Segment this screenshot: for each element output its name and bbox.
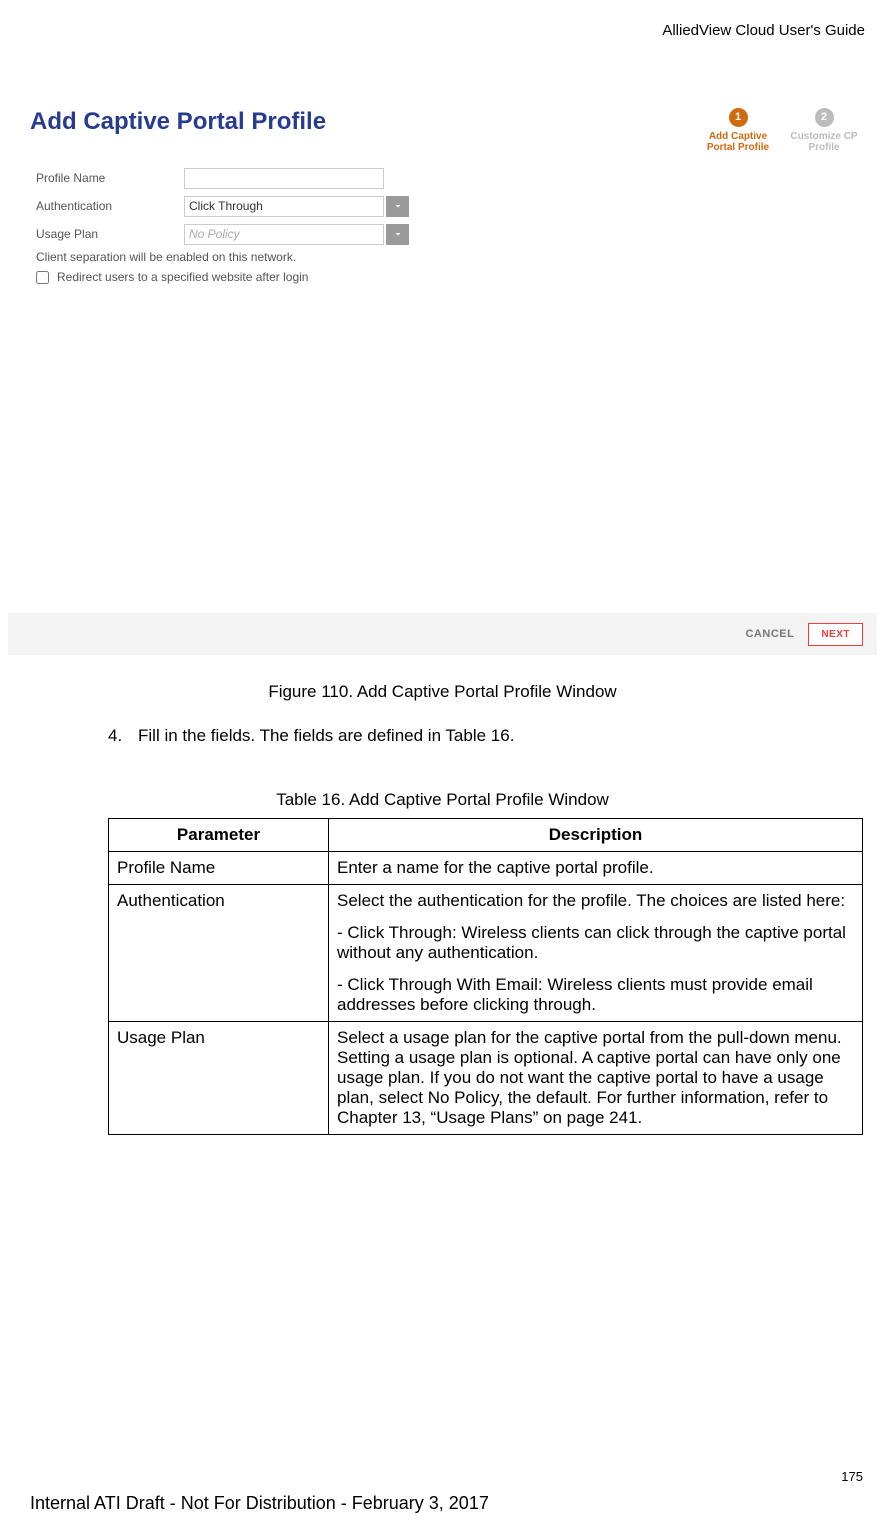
step-2: 2 Customize CPProfile [781,108,867,153]
cancel-button[interactable]: CANCEL [745,628,794,640]
desc-paragraph: Enter a name for the captive portal prof… [337,858,854,878]
cell-parameter: Authentication [109,885,329,1022]
cell-parameter: Profile Name [109,852,329,885]
screenshot-window: Add Captive Portal Profile 1 Add Captive… [8,90,877,655]
chevron-down-icon [392,228,404,240]
bottom-bar: CANCEL NEXT [8,613,877,655]
usage-plan-dropdown-button[interactable] [386,224,409,245]
step-1-label: Add CaptivePortal Profile [695,131,781,153]
authentication-dropdown-button[interactable] [386,196,409,217]
table-body: Profile Name Enter a name for the captive… [109,852,863,1135]
step-4: 4. Fill in the fields. The fields are de… [108,726,855,746]
authentication-select[interactable]: Click Through [184,196,384,217]
cell-description: Select a usage plan for the captive port… [329,1022,863,1135]
footer-draft: Internal ATI Draft - Not For Distributio… [30,1493,489,1514]
step-4-text: Fill in the fields. The fields are defin… [138,726,514,746]
step-1-circle: 1 [729,108,748,127]
doc-title: AlliedView Cloud User's Guide [662,22,865,39]
table-row: Profile Name Enter a name for the captive… [109,852,863,885]
cell-description: Select the authentication for the profil… [329,885,863,1022]
form-block: Profile Name Authentication Click Throug… [8,148,877,284]
desc-paragraph: - Click Through With Email: Wireless cli… [337,975,854,1015]
table-row: Authentication Select the authentication … [109,885,863,1022]
th-parameter: Parameter [109,819,329,852]
step-4-number: 4. [108,726,126,746]
chevron-down-icon [392,200,404,212]
wizard-stepper: 1 Add CaptivePortal Profile 2 Customize … [695,108,867,153]
profile-name-label: Profile Name [36,171,184,185]
figure-caption: Figure 110. Add Captive Portal Profile W… [0,682,885,702]
th-description: Description [329,819,863,852]
cell-parameter: Usage Plan [109,1022,329,1135]
step-2-label: Customize CPProfile [781,131,867,153]
usage-plan-select[interactable]: No Policy [184,224,384,245]
table-row: Usage PlanSelect a usage plan for the ca… [109,1022,863,1135]
usage-plan-label: Usage Plan [36,227,184,241]
client-separation-note: Client separation will be enabled on thi… [36,250,877,264]
next-button[interactable]: NEXT [808,623,863,646]
authentication-label: Authentication [36,199,184,213]
desc-paragraph: Select a usage plan for the captive port… [337,1028,854,1128]
step-1: 1 Add CaptivePortal Profile [695,108,781,153]
redirect-checkbox[interactable] [36,271,49,284]
desc-paragraph: - Click Through: Wireless clients can cl… [337,923,854,963]
table-caption: Table 16. Add Captive Portal Profile Win… [0,790,885,810]
parameter-table: Parameter Description Profile Name Enter … [108,818,863,1135]
desc-paragraph: Select the authentication for the profil… [337,891,854,911]
cell-description: Enter a name for the captive portal prof… [329,852,863,885]
redirect-label: Redirect users to a specified website af… [57,270,308,284]
profile-name-input[interactable] [184,168,384,189]
step-2-circle: 2 [815,108,834,127]
page-number: 175 [841,1469,863,1484]
